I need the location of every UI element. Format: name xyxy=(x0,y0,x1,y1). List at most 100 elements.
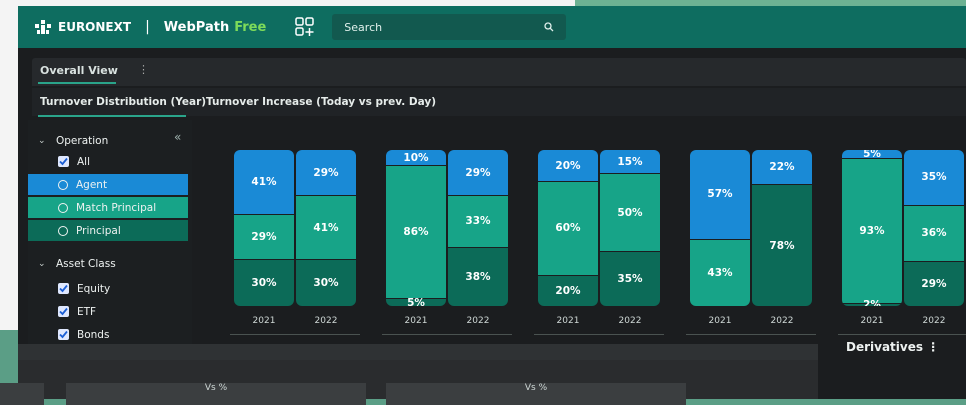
tab-turnover-distribution[interactable]: Turnover Distribution (Year) xyxy=(40,96,206,108)
checkbox-checked-icon[interactable] xyxy=(58,156,69,167)
radio-icon[interactable] xyxy=(58,202,68,213)
bar-segment-principal[interactable]: 20% xyxy=(538,274,598,306)
operation-item-match-principal[interactable]: Match Principal xyxy=(28,197,188,218)
search-icon[interactable] xyxy=(544,22,554,32)
bar-segment-principal[interactable]: 29% xyxy=(904,260,964,306)
filter-sidebar: « ⌄ Operation All Agent Match Principal … xyxy=(28,120,192,350)
bar-segment-principal[interactable]: 30% xyxy=(296,259,356,306)
bottom-card-label: Vs % xyxy=(524,383,548,393)
operation-header-label: Operation xyxy=(56,134,109,147)
view-menu-icon[interactable]: ⋮ xyxy=(138,63,149,76)
operation-item-all[interactable]: All xyxy=(28,151,188,172)
bar-segment-agent[interactable]: 29% xyxy=(448,150,508,196)
asset-class-header-label: Asset Class xyxy=(56,257,116,270)
bar-segment-principal[interactable]: 2% xyxy=(842,299,902,306)
year-tick-label: 2021 xyxy=(708,316,732,326)
bar-segment-agent[interactable]: 10% xyxy=(386,150,446,166)
bar-segment-match-principal[interactable]: 60% xyxy=(538,181,598,275)
bar-segment-match-principal[interactable]: 36% xyxy=(904,204,964,261)
bar-segment-principal[interactable]: 38% xyxy=(448,246,508,306)
bar-segment-match-principal[interactable]: 86% xyxy=(386,165,446,299)
bar-segment-agent[interactable]: 41% xyxy=(234,150,294,214)
bar-segment-principal[interactable]: 30% xyxy=(234,259,294,306)
year-tick-label: 2021 xyxy=(556,316,580,326)
brand-logo[interactable]: EURONEXT xyxy=(34,18,131,36)
bar-segment-agent[interactable]: 5% xyxy=(842,150,902,160)
group-divider xyxy=(382,334,512,335)
bar-segment-match-principal[interactable]: 33% xyxy=(448,195,508,247)
operation-item-label: Agent xyxy=(76,178,108,191)
checkbox-checked-icon[interactable] xyxy=(58,306,69,317)
bar-segment-principal[interactable]: 5% xyxy=(386,297,446,306)
top-bar: EURONEXT | WebPath Free Search xyxy=(18,6,966,48)
operation-item-label: Match Principal xyxy=(76,201,157,214)
bar-warrants-2021[interactable]: 57% 43% xyxy=(690,150,750,306)
group-divider xyxy=(838,334,966,335)
view-bar: Overall View ⋮ xyxy=(32,58,966,86)
operation-item-principal[interactable]: Principal xyxy=(28,220,188,241)
bar-segment-match-principal[interactable]: 43% xyxy=(690,238,750,306)
year-tick-label: 2021 xyxy=(404,316,428,326)
active-subtab-indicator xyxy=(38,115,186,117)
header-separator: | xyxy=(145,19,150,35)
bar-segment-match-principal[interactable]: 93% xyxy=(842,157,902,303)
bar-segment-match-principal[interactable]: 50% xyxy=(600,173,660,252)
asset-item-etf[interactable]: ETF xyxy=(28,301,188,322)
bottom-card-1: Vs % xyxy=(66,383,366,405)
operation-item-label: Principal xyxy=(76,224,121,237)
bar-etf-2021[interactable]: 10% 86% 5% xyxy=(386,150,446,306)
asset-item-label: ETF xyxy=(77,305,97,318)
product-name: WebPath xyxy=(163,19,230,35)
operation-header[interactable]: ⌄ Operation xyxy=(28,130,188,151)
checkbox-checked-icon[interactable] xyxy=(58,329,69,340)
radio-icon[interactable] xyxy=(58,225,68,236)
bar-equity-2021[interactable]: 41% 29% 30% xyxy=(234,150,294,306)
search-placeholder: Search xyxy=(344,20,383,34)
bar-derivatives-2021[interactable]: 5% 93% 2% xyxy=(842,150,902,306)
group-divider xyxy=(534,334,664,335)
chevron-down-icon: ⌄ xyxy=(38,135,46,146)
bar-segment-principal[interactable]: 35% xyxy=(600,251,660,306)
bottom-card-2: Vs % xyxy=(386,383,686,405)
bar-etf-2022[interactable]: 29% 33% 38% xyxy=(448,150,508,306)
apps-grid-plus-icon[interactable] xyxy=(294,16,316,38)
bar-bonds-2021[interactable]: 20% 60% 20% xyxy=(538,150,598,306)
product-tier: Free xyxy=(234,19,267,35)
bottom-card-label: Vs % xyxy=(204,383,228,393)
group-label: Derivatives ⋮ xyxy=(846,340,940,354)
bar-warrants-2022[interactable]: 22% 78% xyxy=(752,150,812,306)
asset-item-label: Bonds xyxy=(77,328,110,341)
checkbox-checked-icon[interactable] xyxy=(58,283,69,294)
bar-segment-agent[interactable]: 22% xyxy=(752,150,812,185)
bar-segment-principal[interactable]: 78% xyxy=(752,184,812,306)
group-divider xyxy=(230,334,360,335)
year-tick-label: 2022 xyxy=(770,316,794,326)
bar-segment-agent[interactable]: 20% xyxy=(538,150,598,182)
bar-derivatives-2022[interactable]: 35% 36% 29% xyxy=(904,150,964,306)
year-tick-label: 2021 xyxy=(252,316,276,326)
bar-segment-agent[interactable]: 29% xyxy=(296,150,356,196)
asset-class-header[interactable]: ⌄ Asset Class xyxy=(28,253,188,274)
radio-icon[interactable] xyxy=(58,179,68,190)
bar-segment-agent[interactable]: 35% xyxy=(904,150,964,205)
search-input[interactable]: Search xyxy=(332,14,567,40)
bar-segment-match-principal[interactable]: 41% xyxy=(296,195,356,260)
operation-item-label: All xyxy=(77,155,91,168)
bar-bonds-2022[interactable]: 15% 50% 35% xyxy=(600,150,660,306)
asset-item-equity[interactable]: Equity xyxy=(28,278,188,299)
tab-overall-view[interactable]: Overall View xyxy=(40,64,118,77)
active-tab-indicator xyxy=(38,82,116,84)
app-window: EURONEXT | WebPath Free Search Overall V… xyxy=(18,6,966,399)
bar-segment-agent[interactable]: 57% xyxy=(690,150,750,239)
tab-turnover-increase[interactable]: Turnover Increase (Today vs prev. Day) xyxy=(206,96,436,108)
bar-segment-agent[interactable]: 15% xyxy=(600,150,660,174)
year-tick-label: 2022 xyxy=(314,316,338,326)
asset-item-bonds[interactable]: Bonds xyxy=(28,324,188,345)
operation-item-agent[interactable]: Agent xyxy=(28,174,188,195)
bar-segment-match-principal[interactable]: 29% xyxy=(234,213,294,260)
year-tick-label: 2022 xyxy=(922,316,946,326)
year-tick-label: 2022 xyxy=(618,316,642,326)
bar-equity-2022[interactable]: 29% 41% 30% xyxy=(296,150,356,306)
group-divider xyxy=(686,334,816,335)
chevron-down-icon: ⌄ xyxy=(38,258,46,269)
